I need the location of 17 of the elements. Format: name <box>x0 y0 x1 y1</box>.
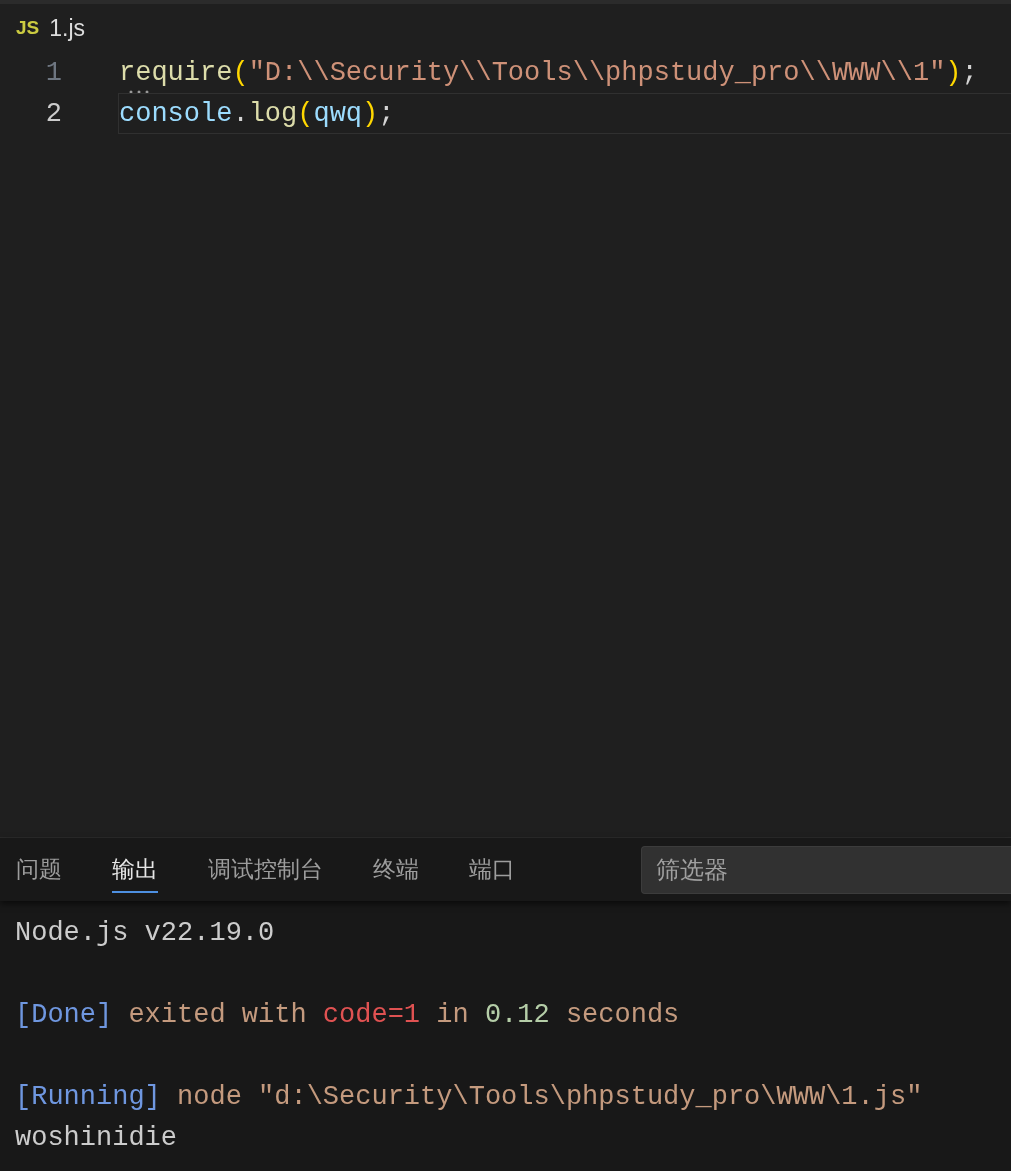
code-line: console.log(qwq); <box>118 93 1011 134</box>
line-number: 2 <box>44 98 62 129</box>
output-line: [Done] exited with code=1 in 0.12 seconds <box>15 999 681 1032</box>
filter-field[interactable]: 筛选器 <box>641 845 1011 894</box>
panel-tab[interactable]: 调试控制台 <box>208 846 323 893</box>
line-number: 1 <box>44 57 62 88</box>
output-line: [Running] node "d:\Security\Tools\phpstudy_pro\WWW\1.js" <box>15 1081 924 1114</box>
editor-tab[interactable]: JS 1.js <box>16 14 86 42</box>
tab-title: 1.js <box>49 14 86 42</box>
javascript-file-icon: JS <box>16 17 40 39</box>
output-line: Node.js v22.19.0 <box>15 917 276 950</box>
output-line: woshinidie <box>15 1122 179 1155</box>
code-line: require("D:\\Security\\Tools\\phpstudy_pro\\WWW\\1"); <box>118 52 1011 93</box>
panel-tab[interactable]: 输出 <box>112 846 158 893</box>
panel-tab[interactable]: 终端 <box>373 846 419 893</box>
panel-tab[interactable]: 端口 <box>469 846 515 893</box>
panel-tab[interactable]: 问题 <box>16 846 62 893</box>
